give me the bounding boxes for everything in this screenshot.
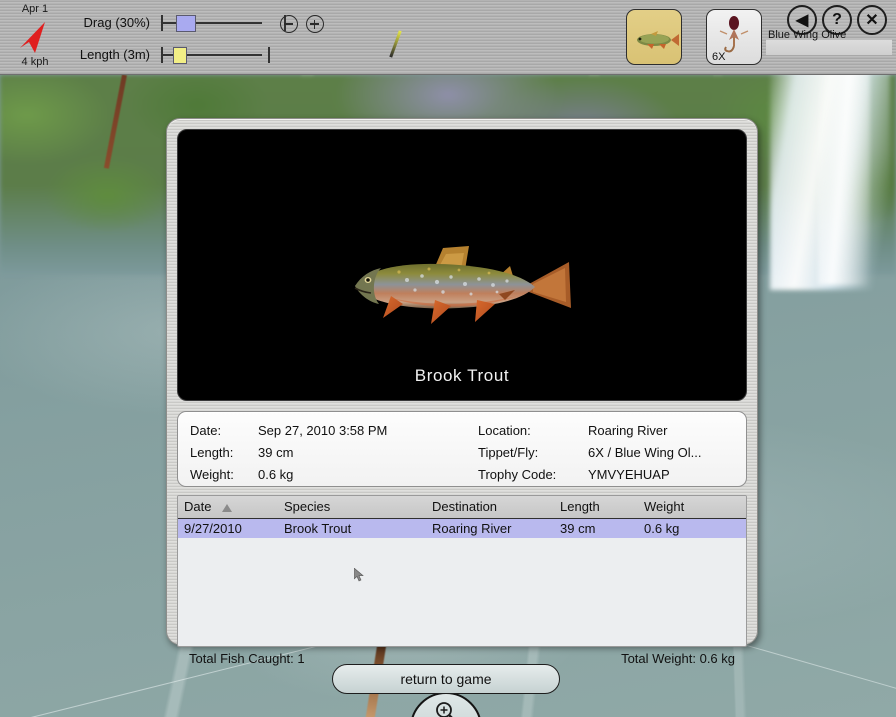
cell-species: Brook Trout <box>278 518 426 538</box>
detail-length-value: 39 cm <box>258 445 294 460</box>
total-weight: Total Weight: 0.6 kg <box>621 651 735 666</box>
detail-trophy-code: Trophy Code: YMVYEHUAP <box>478 464 701 486</box>
cell-destination: Roaring River <box>426 518 554 538</box>
detail-weight-value: 0.6 kg <box>258 467 294 482</box>
fish-species-name: Brook Trout <box>414 366 510 385</box>
catch-log-table: Date Species Destination Length Weight 9… <box>178 496 746 538</box>
catch-details-box: Date: Sep 27, 2010 3:58 PM Length: 39 cm W… <box>177 411 747 487</box>
trophy-fish-icon <box>637 31 679 49</box>
column-header-date[interactable]: Date <box>178 496 278 519</box>
detail-weight-key: Weight: <box>190 467 234 482</box>
detail-tippet-fly-key: Tippet/Fly: <box>478 445 539 460</box>
table-row[interactable]: 9/27/2010 Brook Trout Roaring River 39 c… <box>178 518 746 538</box>
detail-date-key: Date: <box>190 423 222 438</box>
trophy-room-panel: Brook Trout Date: Sep 27, 2010 3:58 PM Le… <box>166 118 758 666</box>
length-slider-knob[interactable] <box>173 47 187 64</box>
detail-length: Length: 39 cm <box>190 442 387 464</box>
drag-increase-button[interactable] <box>306 15 324 33</box>
fish-viewer[interactable]: Brook Trout <box>177 129 747 401</box>
detail-weight: Weight: 0.6 kg <box>190 464 387 486</box>
total-fish-caught: Total Fish Caught: 1 <box>189 651 305 666</box>
detail-tippet-fly-value: 6X / Blue Wing Ol... <box>588 445 702 460</box>
detail-tippet-fly: Tippet/Fly: 6X / Blue Wing Ol... <box>478 442 701 464</box>
cell-date: 9/27/2010 <box>178 518 278 538</box>
selected-fly-button[interactable]: 6X <box>706 9 762 65</box>
fly-name-label: Blue Wing Olive <box>768 29 847 41</box>
fishing-rod-icon <box>389 30 402 58</box>
detail-location: Location: Roaring River <box>478 420 701 442</box>
length-track-end <box>268 47 270 63</box>
return-to-game-label: return to game <box>400 671 492 687</box>
catch-log-table-container[interactable]: Date Species Destination Length Weight 9… <box>177 495 747 647</box>
close-button[interactable]: ✕ <box>857 5 887 35</box>
waterfall-secondary <box>818 70 870 285</box>
magnifier-zoom-in-icon <box>434 700 460 717</box>
detail-length-key: Length: <box>190 445 234 460</box>
detail-date: Date: Sep 27, 2010 3:58 PM <box>190 420 387 442</box>
column-header-length[interactable]: Length <box>554 496 638 519</box>
drag-slider-label: Drag (30%) <box>83 15 150 30</box>
column-header-date-label: Date <box>184 499 212 515</box>
return-to-game-button[interactable]: return to game <box>332 664 560 694</box>
detail-location-key: Location: <box>478 423 531 438</box>
trophy-fish-button[interactable] <box>626 9 682 65</box>
drag-decrease-button[interactable] <box>280 15 298 33</box>
detail-location-value: Roaring River <box>588 423 668 438</box>
catch-details-left-column: Date: Sep 27, 2010 3:58 PM Length: 39 cm W… <box>190 420 387 486</box>
table-header-row: Date Species Destination Length Weight <box>178 496 746 519</box>
detail-trophy-code-key: Trophy Code: <box>478 467 557 482</box>
detail-trophy-code-value: YMVYEHUAP <box>588 467 670 482</box>
sort-ascending-icon <box>222 503 233 512</box>
column-header-destination[interactable]: Destination <box>426 496 554 519</box>
drag-slider-knob[interactable] <box>176 15 196 32</box>
tippet-size-label: 6X <box>712 51 726 63</box>
wind-indicator: Apr 1 <box>0 2 70 16</box>
cell-length: 39 cm <box>554 518 638 538</box>
fish-illustration <box>347 232 577 345</box>
fly-name-field[interactable]: Blue Wing Olive <box>766 29 892 55</box>
cell-weight: 0.6 kg <box>638 518 746 538</box>
top-toolbar: Apr 1 4 kph Drag (30%) Length (3m) 6X ◀ … <box>0 0 896 75</box>
in-game-date: Apr 1 <box>21 3 49 15</box>
column-header-weight[interactable]: Weight <box>638 496 746 519</box>
column-header-species[interactable]: Species <box>278 496 426 519</box>
catch-details-right-column: Location: Roaring River Tippet/Fly: 6X / B… <box>478 420 701 486</box>
length-slider-label: Length (3m) <box>79 47 150 62</box>
close-x-icon: ✕ <box>865 12 879 29</box>
detail-date-value: Sep 27, 2010 3:58 PM <box>258 423 388 438</box>
